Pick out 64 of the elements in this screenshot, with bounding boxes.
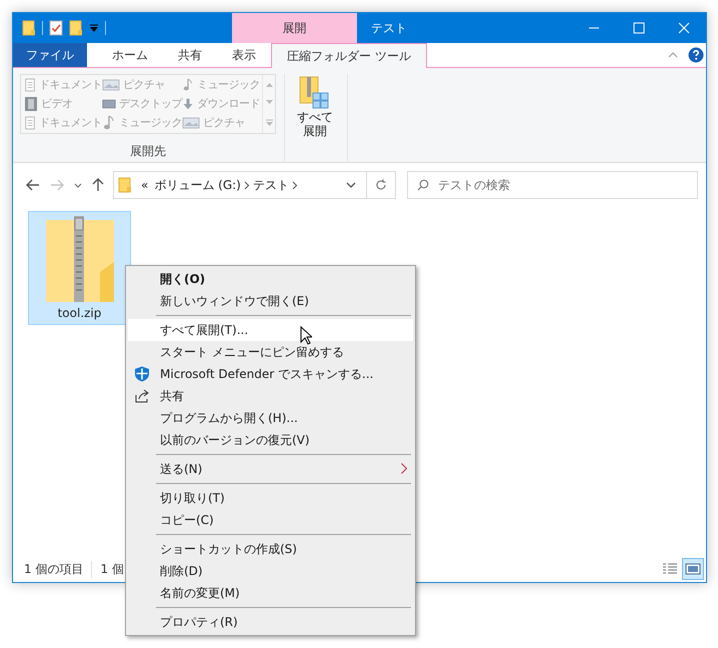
menu-item[interactable]: スタート メニューにピン留めする [128,341,413,363]
share-icon [134,388,150,404]
picture-icon [182,116,200,130]
folder-icon[interactable] [118,177,132,193]
menu-item[interactable]: 削除(D) [128,560,413,582]
menu-item[interactable]: 以前のバージョンの復元(V) [128,429,413,451]
context-tab-header: 展開 [232,13,357,43]
group-label: 展開先 [130,143,166,160]
left-arrow-icon [26,179,40,191]
music-note-icon [102,114,116,130]
chevron-icon [244,180,250,190]
collapse-ribbon-icon[interactable] [668,52,678,58]
breadcrumb[interactable]: ボリューム (G:) [151,176,244,194]
breadcrumb[interactable]: テスト [250,176,292,194]
address-bar[interactable]: « ボリューム (G:) テスト [113,171,367,199]
extract-all-button[interactable]: すべて展開 [291,74,339,140]
file-name: tool.zip [58,306,102,320]
document-icon [24,114,36,130]
monitor-icon [102,96,116,110]
film-icon [24,96,38,112]
right-arrow-icon [50,179,64,191]
picture-icon [102,78,120,92]
shield-icon [134,366,150,382]
overflow-button[interactable]: « [138,178,152,192]
menu-item[interactable]: 名前の変更(M) [128,582,413,604]
menu-item[interactable]: Microsoft Defender でスキャンする... [128,363,413,385]
help-icon[interactable] [688,47,704,63]
menu-item[interactable]: 新しいウィンドウで開く(E) [128,290,413,312]
music-note-icon [182,76,194,92]
file-item[interactable]: tool.zip [28,211,131,325]
dropdown-icon[interactable] [89,23,99,33]
properties-icon[interactable] [49,20,63,36]
refresh-icon [374,179,387,191]
menu-item[interactable]: コピー(C) [128,509,413,531]
menu-item[interactable]: 切り取り(T) [128,487,413,509]
new-folder-icon[interactable] [69,20,83,36]
details-view-icon [662,562,678,576]
status-text: 1 個の項目 [24,560,92,578]
search-icon [417,179,429,191]
maximize-icon [632,22,644,34]
menu-item[interactable]: 共有 [128,385,413,407]
view-button[interactable] [682,558,704,580]
folder-icon[interactable] [22,20,36,36]
chevron-down-icon [74,182,82,188]
chevron-icon [292,180,298,190]
close-icon [678,22,690,34]
menu-item[interactable]: ショートカットの作成(S) [128,538,413,560]
menu-item[interactable]: プロパティ(R) [128,611,413,633]
file-menu-tab[interactable]: ファイル [13,43,87,67]
refresh-button[interactable] [366,171,396,199]
ribbon-tab[interactable]: 圧縮フォルダー ツール [271,43,427,68]
mouse-cursor-icon [300,326,312,345]
address-dropdown-icon[interactable] [346,182,356,188]
status-text: 1 個 [100,560,125,578]
window-title: テスト [370,20,408,36]
large-icons-view-icon [685,562,701,576]
menu-item[interactable]: 開く(O) [128,268,413,290]
document-icon [24,76,36,92]
up-arrow-icon [92,178,104,192]
menu-item[interactable]: プログラムから開く(H)... [128,407,413,429]
zip-folder-icon [44,216,116,304]
zip-folder-icon [298,76,331,110]
search-field[interactable]: テストの検索 [407,171,698,199]
menu-item[interactable]: 送る(N) [128,458,413,480]
